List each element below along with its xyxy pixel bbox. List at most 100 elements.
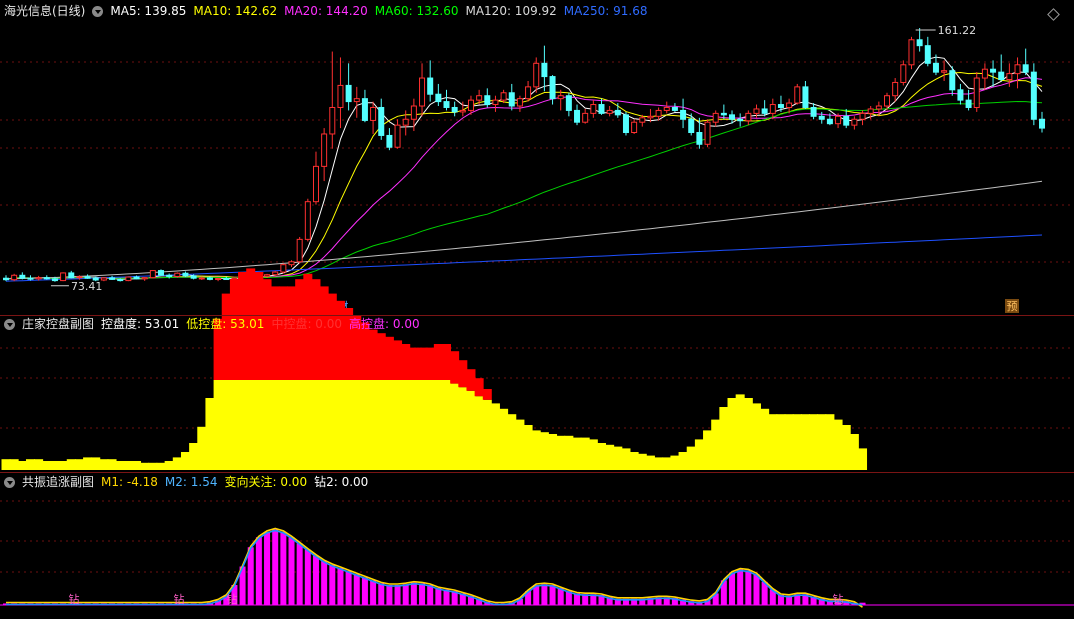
candle xyxy=(590,104,597,114)
kongpan-bar xyxy=(156,462,166,470)
zhongkongpan-bar xyxy=(442,344,452,380)
candle xyxy=(680,109,687,120)
candle xyxy=(206,277,213,280)
kongpan-bar xyxy=(556,435,566,470)
zuan-mark: 钻 xyxy=(833,592,844,606)
kongpan-bar xyxy=(140,462,150,470)
gongzhen-bar xyxy=(247,547,254,605)
kongpan-bar xyxy=(409,380,419,470)
candle xyxy=(378,106,385,136)
zhongkongpan-bar xyxy=(360,322,370,380)
zhongkongpan-bar xyxy=(327,293,337,380)
kongpan-bar xyxy=(490,403,500,470)
kongpan-bar xyxy=(295,380,305,470)
zuan-mark: 钻 xyxy=(174,592,185,606)
candle xyxy=(410,105,417,120)
kongpan-bar xyxy=(466,390,476,470)
kongpan-bar xyxy=(809,414,819,470)
zhongkongpan-bar xyxy=(393,340,403,380)
zhongkongpan-bar xyxy=(287,286,297,380)
zhongkongpan-bar xyxy=(401,344,411,380)
candle xyxy=(361,98,368,121)
candle xyxy=(264,274,271,277)
candle xyxy=(304,201,311,240)
candle xyxy=(174,272,181,277)
candle xyxy=(932,62,939,73)
kongpan-bar xyxy=(474,396,484,470)
gongzhen-bar xyxy=(361,577,368,605)
m2-value: M2: 1.54 xyxy=(164,475,218,489)
chevron-down-icon[interactable] xyxy=(4,318,15,330)
candle xyxy=(182,272,189,277)
candle xyxy=(68,272,75,279)
candle xyxy=(386,134,393,148)
kongpan-bar xyxy=(694,439,704,470)
kongpan-bar xyxy=(1,459,11,470)
candle xyxy=(704,121,711,145)
candle xyxy=(337,84,344,108)
candle xyxy=(777,104,784,108)
candle xyxy=(892,81,899,97)
candle xyxy=(370,106,377,121)
zhongkongpan-bar xyxy=(417,347,427,380)
zuan-mark: 钻 xyxy=(69,592,80,606)
kongpan-bar xyxy=(849,434,859,470)
candle xyxy=(786,102,793,108)
gongzhen-bar xyxy=(321,561,328,605)
kongpan-bar xyxy=(572,437,582,470)
candle xyxy=(500,92,507,101)
candle xyxy=(712,112,719,123)
gongzhen-bar xyxy=(541,584,548,605)
candle xyxy=(516,98,523,107)
zhongkongpan-bar xyxy=(335,300,345,380)
candle xyxy=(312,165,319,203)
zhongkongpan-value: 中控盘: 0.00 xyxy=(271,317,343,331)
kongpan-bar xyxy=(564,435,574,470)
zhongkongpan-bar xyxy=(368,329,378,380)
candle xyxy=(859,112,866,120)
kongpan-bar xyxy=(368,380,378,470)
candle xyxy=(557,95,564,100)
candle xyxy=(614,109,621,116)
kongpan-bar xyxy=(172,457,182,470)
gongzhen-bar xyxy=(337,568,344,605)
candle xyxy=(875,105,882,110)
candle xyxy=(451,106,458,113)
candle xyxy=(729,114,736,120)
kongpan-bar xyxy=(319,380,329,470)
candle xyxy=(769,104,776,114)
candle xyxy=(1039,118,1045,129)
kongpan-bar xyxy=(42,461,52,470)
kongpan-bar xyxy=(50,461,60,470)
zhongkongpan-bar xyxy=(376,333,386,380)
kongpan-bar xyxy=(66,459,76,470)
bianxiang-value: 变向关注: 0.00 xyxy=(224,475,308,489)
kongpan-bar xyxy=(189,443,199,470)
candle xyxy=(117,278,124,282)
candle xyxy=(647,115,654,119)
kongpan-bar xyxy=(401,380,411,470)
chart-canvas[interactable]: 161.2273.41涨财预钻钻钻钻 xyxy=(0,0,1074,615)
kongpan-bar xyxy=(817,414,827,470)
candle xyxy=(655,109,662,117)
gongzhen-bar xyxy=(280,531,287,605)
kongpan-bar xyxy=(751,403,761,470)
gongzhen-bar xyxy=(443,589,450,605)
kongpan-bar xyxy=(417,380,427,470)
zuan-mark: 钻 xyxy=(227,592,238,606)
kongpan-bar xyxy=(213,380,223,470)
kongpan-bar xyxy=(238,380,248,470)
candle xyxy=(818,115,825,120)
candle xyxy=(43,277,50,280)
ma20-value: MA20: 144.20 xyxy=(284,4,368,18)
kongpan-bar xyxy=(393,380,403,470)
chevron-down-icon[interactable] xyxy=(4,476,15,488)
candle xyxy=(582,112,589,123)
panel-separator xyxy=(0,472,1074,473)
candle xyxy=(467,99,474,111)
kongpan-bar xyxy=(376,380,386,470)
ma120-line xyxy=(5,180,1043,280)
kongpan-bar xyxy=(605,444,615,470)
kongpan-bar xyxy=(678,452,688,470)
chevron-down-icon[interactable] xyxy=(92,5,104,17)
